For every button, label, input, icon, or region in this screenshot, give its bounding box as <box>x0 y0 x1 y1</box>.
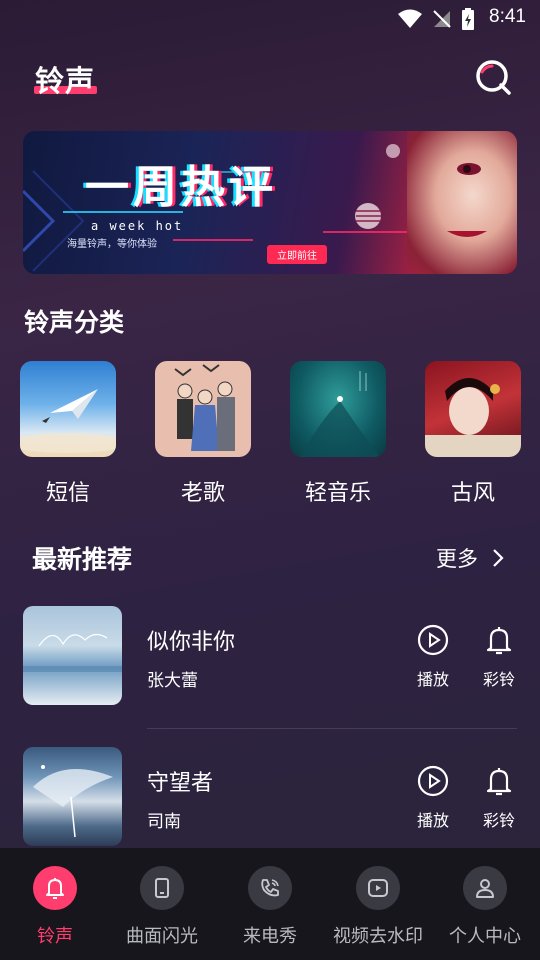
category-section-title: 铃声分类 <box>24 308 125 337</box>
category-item-light-music[interactable]: 轻音乐 <box>290 361 386 507</box>
play-button[interactable]: 播放 <box>411 624 455 690</box>
bell-icon <box>486 768 512 796</box>
ringtone-label: 彩铃 <box>482 811 515 830</box>
nav-label: 铃声 <box>37 926 73 947</box>
category-thumb-light-music <box>290 361 386 457</box>
nav-label: 来电秀 <box>243 926 297 947</box>
song-title: 似你非你 <box>147 630 236 655</box>
category-thumb-ancient <box>425 361 521 457</box>
search-icon <box>476 60 511 95</box>
category-item-ancient[interactable]: 古风 <box>425 361 521 507</box>
category-list: 短信 老歌 轻音乐 古风 <box>0 361 540 511</box>
more-label: 更多 <box>436 547 478 571</box>
category-item-oldies[interactable]: 老歌 <box>155 361 251 507</box>
recommend-section-title: 最新推荐 <box>32 545 133 574</box>
category-label-ancient: 古风 <box>450 481 495 506</box>
song-title: 守望者 <box>147 771 214 796</box>
bottom-nav: 铃声 曲面闪光 来电秀 视频去水印 个人中心 <box>0 848 540 960</box>
category-label-sms: 短信 <box>45 481 90 506</box>
page-title: 铃声 <box>35 64 96 98</box>
banner-description: 海量铃声，等你体验 <box>67 239 157 250</box>
nav-item-ringtone[interactable]: 铃声 <box>0 866 110 948</box>
model-face-image <box>407 131 517 274</box>
banner-subtitle: a week hot <box>91 219 184 233</box>
play-button[interactable]: 播放 <box>411 765 455 831</box>
banner-go-button[interactable]: 立即前往 <box>267 245 327 264</box>
no-signal-icon <box>433 10 451 28</box>
bell-icon <box>33 866 77 910</box>
banner-week-hot[interactable]: 一周热评 a week hot 海量铃声，等你体验 立即前往 <box>23 131 517 274</box>
play-label: 播放 <box>416 811 449 830</box>
nav-item-remove-watermark[interactable]: 视频去水印 <box>323 866 433 948</box>
category-thumb-sms <box>20 361 116 457</box>
nav-label: 曲面闪光 <box>126 926 198 947</box>
set-ringtone-button[interactable]: 彩铃 <box>477 765 521 831</box>
user-icon <box>463 866 507 910</box>
category-label-light-music: 轻音乐 <box>304 481 371 506</box>
set-ringtone-button[interactable]: 彩铃 <box>477 624 521 690</box>
video-icon <box>356 866 400 910</box>
list-divider <box>147 728 517 729</box>
status-time: 8:41 <box>489 6 526 27</box>
category-item-sms[interactable]: 短信 <box>20 361 116 507</box>
chevron-right-icon <box>493 549 504 567</box>
song-artist: 司南 <box>147 812 181 832</box>
nav-item-call-show[interactable]: 来电秀 <box>215 866 325 948</box>
search-button[interactable] <box>474 58 512 96</box>
play-label: 播放 <box>416 670 449 689</box>
category-thumb-oldies <box>155 361 251 457</box>
song-cover <box>23 606 122 705</box>
song-row[interactable]: 守望者 司南 播放 彩铃 <box>0 747 540 847</box>
wifi-icon <box>398 9 422 28</box>
play-icon <box>417 765 449 797</box>
more-link[interactable]: 更多 <box>436 543 504 573</box>
banner-title: 一周热评 <box>85 162 277 213</box>
bell-icon <box>486 627 512 655</box>
song-cover <box>23 747 122 846</box>
play-icon <box>417 624 449 656</box>
nav-item-profile[interactable]: 个人中心 <box>430 866 540 948</box>
song-artist: 张大蕾 <box>147 671 198 691</box>
battery-icon <box>462 8 474 30</box>
call-icon <box>248 866 292 910</box>
song-row[interactable]: 似你非你 张大蕾 播放 彩铃 <box>0 606 540 706</box>
nav-label: 个人中心 <box>449 926 521 947</box>
category-label-oldies: 老歌 <box>180 481 225 506</box>
status-bar: 8:41 <box>0 0 540 36</box>
nav-label: 视频去水印 <box>333 926 423 947</box>
status-icons <box>398 8 474 30</box>
ringtone-label: 彩铃 <box>482 670 515 689</box>
nav-item-curved-flash[interactable]: 曲面闪光 <box>107 866 217 948</box>
phone-icon <box>140 866 184 910</box>
